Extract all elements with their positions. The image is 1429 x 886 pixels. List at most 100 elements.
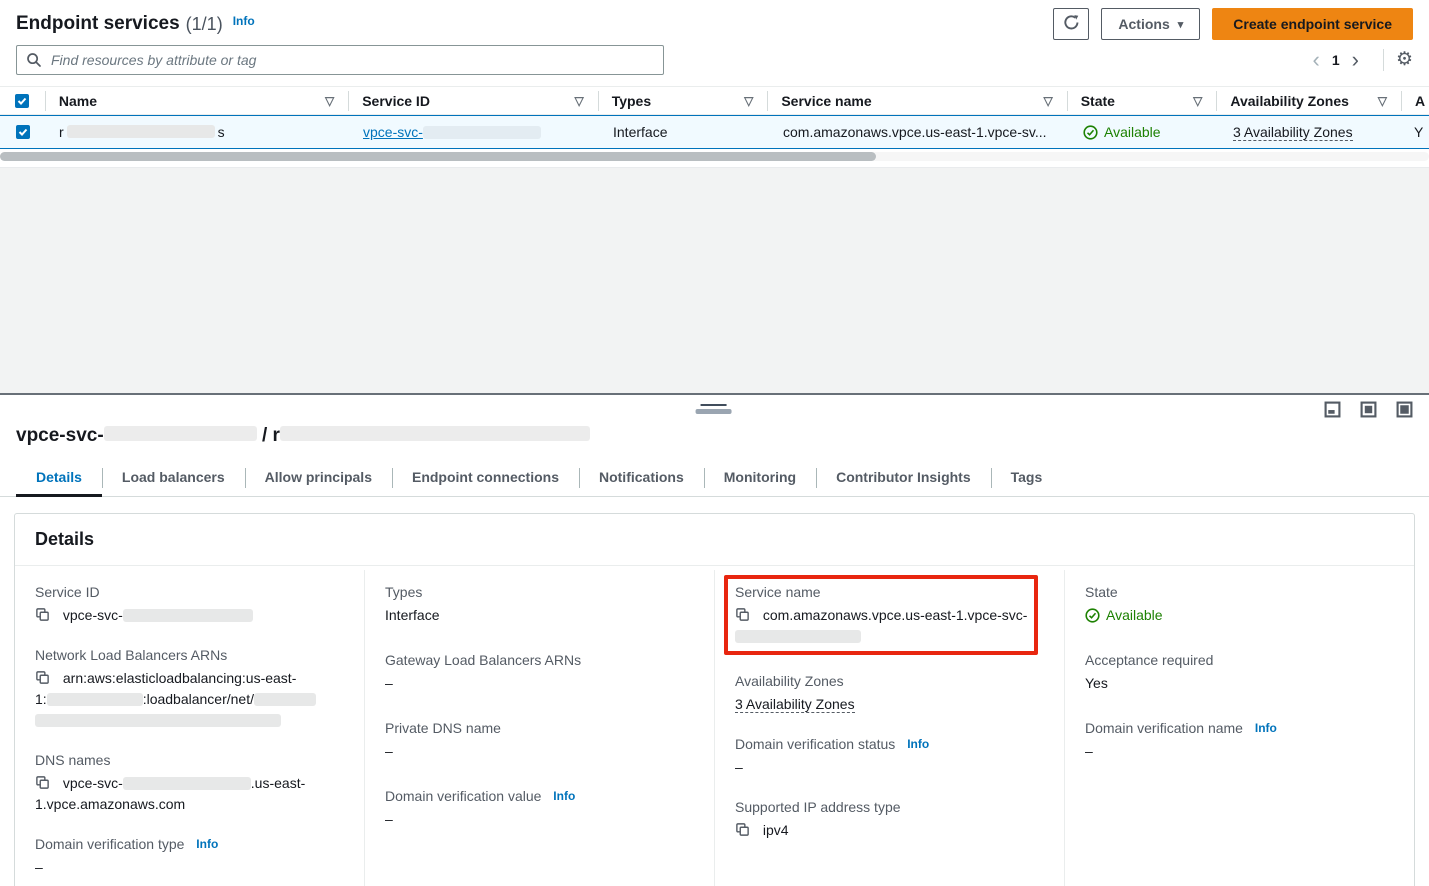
column-header-az-label: Availability Zones — [1230, 93, 1349, 109]
tab-tags[interactable]: Tags — [991, 459, 1063, 496]
header-info-link[interactable]: Info — [233, 14, 255, 28]
column-header-service-id[interactable]: Service ID ▽ — [348, 87, 597, 114]
field-domain-verification-value: Domain verification value Info – — [385, 788, 694, 830]
gwlb-arns-label: Gateway Load Balancers ARNs — [385, 652, 694, 668]
panel-size-small-icon[interactable] — [1324, 401, 1341, 418]
split-panel-drag-handle[interactable] — [695, 404, 731, 414]
filter-icon-name[interactable]: ▽ — [317, 94, 334, 108]
field-acceptance-required: Acceptance required Yes — [1085, 652, 1394, 694]
availability-zones-popover-link[interactable]: 3 Availability Zones — [1233, 124, 1353, 141]
current-page-number[interactable]: 1 — [1330, 52, 1342, 68]
endpoint-services-list-section: Endpoint services (1/1) Info Actions ▾ C… — [0, 0, 1429, 167]
info-link[interactable]: Info — [1255, 721, 1277, 735]
domain-verification-type-label: Domain verification type — [35, 836, 184, 852]
check-circle-icon — [1083, 125, 1098, 140]
content-background — [0, 167, 1429, 393]
details-heading: Details — [35, 529, 1394, 550]
info-link[interactable]: Info — [196, 837, 218, 851]
filter-icon-service-id[interactable]: ▽ — [566, 94, 583, 108]
copy-icon[interactable] — [35, 672, 54, 688]
tab-endpoint-connections[interactable]: Endpoint connections — [392, 459, 579, 496]
column-header-name[interactable]: Name ▽ — [45, 87, 348, 114]
row-types-cell: Interface — [599, 116, 769, 148]
split-panel: vpce-svc- / r Details Load balancers All… — [0, 393, 1429, 885]
dns-name-line2: 1.vpce.amazonaws.com — [35, 796, 185, 812]
page-title: Endpoint services — [16, 13, 180, 35]
private-dns-name-value: – — [385, 741, 694, 762]
field-nlb-arns: Network Load Balancers ARNs arn:aws:elas… — [35, 647, 344, 731]
filter-icon-state[interactable]: ▽ — [1185, 94, 1202, 108]
actions-button[interactable]: Actions ▾ — [1101, 8, 1200, 40]
panel-title-name-prefix: r — [273, 425, 280, 446]
redacted-service-id — [423, 126, 541, 139]
availability-zones-label: Availability Zones — [735, 673, 1044, 689]
tab-allow-principals[interactable]: Allow principals — [245, 459, 392, 496]
refresh-button[interactable] — [1053, 8, 1089, 40]
row-name-cell: r s — [45, 116, 349, 148]
panel-tabs: Details Load balancers Allow principals … — [0, 459, 1429, 497]
panel-size-half-icon[interactable] — [1360, 401, 1377, 418]
availability-zones-popover-link[interactable]: 3 Availability Zones — [735, 696, 855, 713]
details-card: Details Service ID vpce-svc- Network Loa… — [14, 513, 1415, 886]
filter-icon-types[interactable]: ▽ — [736, 94, 753, 108]
pagination: ‹ 1 › ⚙ — [1303, 49, 1414, 71]
filter-icon-service-name[interactable]: ▽ — [1035, 94, 1052, 108]
field-domain-verification-status: Domain verification status Info – — [735, 736, 1044, 778]
select-all-checkbox[interactable] — [15, 94, 29, 108]
panel-size-full-icon[interactable] — [1396, 401, 1413, 418]
search-input[interactable] — [16, 45, 664, 75]
column-header-availability-zones[interactable]: Availability Zones ▽ — [1216, 87, 1401, 114]
redacted-name — [67, 125, 215, 138]
tab-details[interactable]: Details — [16, 459, 102, 496]
supported-ip-label: Supported IP address type — [735, 799, 1044, 815]
next-page-icon[interactable]: › — [1342, 50, 1369, 70]
create-endpoint-service-button[interactable]: Create endpoint service — [1212, 8, 1413, 40]
horizontal-scrollbar-thumb[interactable] — [0, 152, 876, 161]
column-header-state-label: State — [1081, 93, 1115, 109]
table-row[interactable]: r s vpce-svc- Interface com.amazonaws.vp… — [0, 115, 1429, 149]
tab-contributor-insights[interactable]: Contributor Insights — [816, 459, 991, 496]
service-id-prefix: vpce-svc- — [363, 124, 423, 140]
private-dns-name-label: Private DNS name — [385, 720, 694, 736]
filter-icon-az[interactable]: ▽ — [1370, 94, 1387, 108]
info-link[interactable]: Info — [553, 789, 575, 803]
acceptance-required-value: Yes — [1085, 673, 1394, 694]
tab-notifications[interactable]: Notifications — [579, 459, 704, 496]
column-header-service-name[interactable]: Service name ▽ — [767, 87, 1066, 114]
domain-verification-value-value: – — [385, 809, 694, 830]
previous-page-icon[interactable]: ‹ — [1303, 50, 1330, 70]
tab-monitoring[interactable]: Monitoring — [704, 459, 816, 496]
copy-icon[interactable] — [35, 609, 54, 625]
details-column-4: State Available Acceptance required — [1064, 570, 1414, 886]
column-header-types[interactable]: Types ▽ — [598, 87, 768, 114]
service-id-link[interactable]: vpce-svc- — [363, 124, 541, 140]
row-acceptance-cell: Y — [1404, 116, 1429, 148]
domain-verification-name-label: Domain verification name — [1085, 720, 1243, 736]
info-link[interactable]: Info — [907, 737, 929, 751]
acceptance-required-label: Acceptance required — [1085, 652, 1394, 668]
column-header-acceptance[interactable]: A — [1401, 87, 1429, 114]
column-header-service-name-label: Service name — [781, 93, 871, 109]
redacted-dns-id — [123, 777, 251, 790]
types-value: Interface — [385, 605, 694, 626]
field-private-dns-name: Private DNS name – — [385, 720, 694, 762]
endpoint-services-table: Name ▽ Service ID ▽ Types ▽ Service name… — [0, 86, 1429, 167]
column-header-state[interactable]: State ▽ — [1067, 87, 1217, 114]
details-card-header: Details — [15, 514, 1414, 566]
state-label: State — [1085, 584, 1394, 600]
copy-icon[interactable] — [35, 777, 54, 793]
table-preferences-gear-icon[interactable]: ⚙ — [1396, 50, 1413, 70]
tab-load-balancers[interactable]: Load balancers — [102, 459, 245, 496]
check-circle-icon — [1085, 608, 1100, 623]
copy-icon[interactable] — [735, 824, 754, 840]
state-available: Available — [1085, 605, 1394, 626]
select-all-cell — [0, 87, 45, 114]
row-checkbox[interactable] — [16, 125, 30, 139]
split-panel-size-controls — [1324, 401, 1413, 418]
panel-title-prefix: vpce-svc- — [16, 425, 104, 446]
field-service-id: Service ID vpce-svc- — [35, 584, 344, 626]
copy-icon[interactable] — [735, 609, 754, 625]
domain-verification-value-label: Domain verification value — [385, 788, 541, 804]
field-dns-names: DNS names vpce-svc-.us-east- 1.vpce.amaz… — [35, 752, 344, 815]
redacted-panel-service-id — [104, 426, 257, 441]
